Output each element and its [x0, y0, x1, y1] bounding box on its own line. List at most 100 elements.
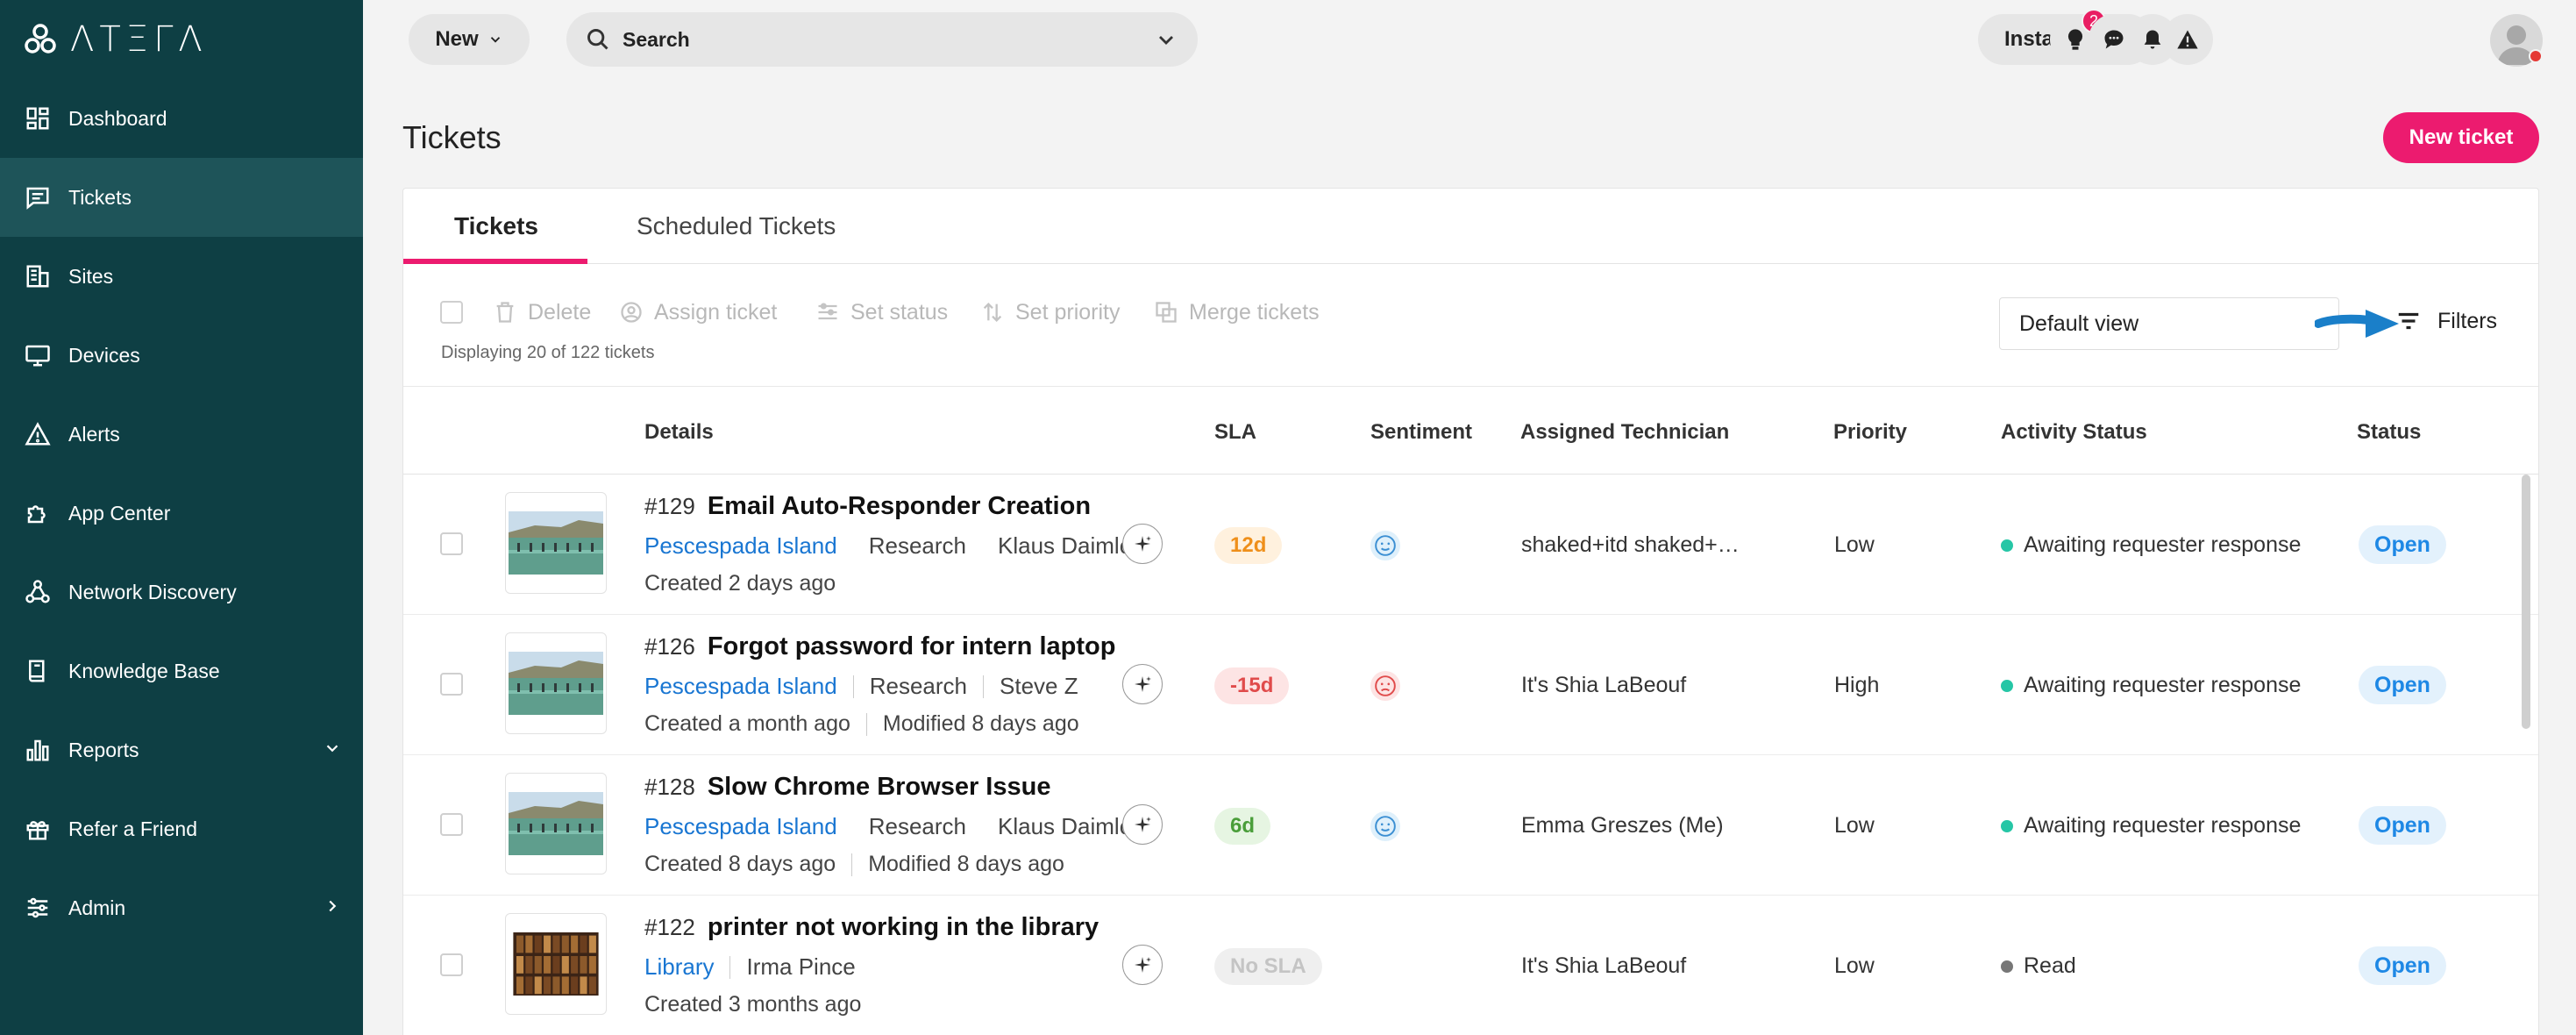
assigned-technician[interactable]: Emma Greszes (Me) [1521, 813, 1740, 839]
priority-value[interactable]: Low [1834, 813, 1875, 839]
sidebar-item-devices[interactable]: Devices [0, 316, 363, 395]
assigned-technician[interactable]: shaked+itd shaked+itd [1521, 532, 1740, 558]
priority-value[interactable]: High [1834, 673, 1879, 698]
ticket-site-link[interactable]: Pescespada Island [644, 813, 837, 840]
row-checkbox[interactable] [440, 813, 463, 836]
priority-value[interactable]: Low [1834, 953, 1875, 979]
ticket-dates: Created 3 months ago [644, 992, 861, 1017]
scrollbar[interactable] [2522, 475, 2530, 729]
ticket-number: #122 [644, 914, 695, 940]
sidebar-item-knowledge-base[interactable]: Knowledge Base [0, 632, 363, 710]
chevron-right-icon[interactable] [323, 896, 344, 917]
sidebar-item-admin[interactable]: Admin [0, 868, 363, 947]
assign-ticket-label: Assign ticket [654, 299, 778, 325]
table-row[interactable]: #128 Slow Chrome Browser Issue Pescespada … [403, 755, 2538, 896]
new-button[interactable]: New [409, 14, 530, 65]
ai-assist-button[interactable] [1122, 945, 1163, 985]
set-status-button[interactable]: Set status [815, 297, 948, 327]
sidebar-item-alerts[interactable]: Alerts [0, 395, 363, 474]
chevron-down-icon[interactable] [1156, 30, 1177, 51]
sidebar-item-tickets[interactable]: Tickets [0, 158, 363, 237]
sidebar-item-label: Admin [68, 896, 126, 919]
new-ticket-button[interactable]: New ticket [2383, 112, 2539, 163]
sidebar-item-refer-a-friend[interactable]: Refer a Friend [0, 789, 363, 868]
ai-assist-button[interactable] [1122, 804, 1163, 845]
ticket-heading: #126 Forgot password for intern laptop [644, 632, 1115, 661]
column-details[interactable]: Details [644, 420, 714, 445]
ticket-created: Created a month ago [644, 711, 850, 736]
sentiment-neutral-icon [1370, 811, 1400, 841]
column-priority[interactable]: Priority [1833, 420, 1907, 445]
ticket-title[interactable]: Forgot password for intern laptop [708, 632, 1116, 661]
column-sentiment[interactable]: Sentiment [1370, 420, 1472, 445]
column-activity-status[interactable]: Activity Status [2001, 420, 2147, 445]
atera-logo[interactable]: ΛΤΞΓΛ [23, 19, 208, 60]
ticket-title[interactable]: Email Auto-Responder Creation [708, 492, 1091, 521]
sidebar-item-network-discovery[interactable]: Network Discovery [0, 553, 363, 632]
ticket-created: Created 3 months ago [644, 992, 862, 1017]
ai-assist-button[interactable] [1122, 664, 1163, 704]
sidebar-item-app-center[interactable]: App Center [0, 474, 363, 553]
dashboard-icon [23, 104, 53, 133]
column-sla[interactable]: SLA [1214, 420, 1256, 445]
activity-dot [2001, 960, 2013, 973]
ticket-title[interactable]: printer not working in the library [708, 913, 1099, 942]
alerts-button[interactable] [2162, 14, 2213, 65]
ticket-site-link[interactable]: Library [644, 953, 714, 981]
merge-tickets-button[interactable]: Merge tickets [1154, 297, 1320, 327]
status-badge[interactable]: Open [2359, 946, 2446, 985]
select-all-checkbox[interactable] [440, 301, 463, 324]
activity-status: Awaiting requester response [2001, 673, 2301, 698]
ticket-thumbnail [505, 913, 607, 1015]
ai-assist-button[interactable] [1122, 524, 1163, 564]
row-checkbox[interactable] [440, 673, 463, 696]
column-assigned-technician[interactable]: Assigned Technician [1520, 420, 1729, 445]
sla-badge: No SLA [1214, 948, 1322, 985]
status-badge[interactable]: Open [2359, 806, 2446, 845]
sidebar-item-label: Knowledge Base [68, 659, 220, 682]
ticket-site-link[interactable]: Pescespada Island [644, 673, 837, 700]
ticket-department: Research [869, 673, 967, 699]
ticket-number: #129 [644, 493, 695, 519]
ticket-thumbnail [505, 632, 607, 734]
search-icon [587, 29, 608, 50]
table-row[interactable]: #129 Email Auto-Responder Creation Pescesp… [403, 475, 2538, 615]
ticket-number: #128 [644, 774, 695, 800]
ticket-department: Research [868, 813, 966, 839]
gift-icon [23, 814, 53, 844]
row-checkbox[interactable] [440, 532, 463, 555]
set-priority-button[interactable]: Set priority [980, 297, 1120, 327]
bar-chart-icon [23, 735, 53, 765]
assigned-technician[interactable]: It's Shia LaBeouf [1521, 673, 1740, 698]
tab-tickets[interactable]: Tickets [454, 189, 538, 264]
assigned-technician[interactable]: It's Shia LaBeouf [1521, 953, 1740, 979]
sidebar-item-reports[interactable]: Reports [0, 710, 363, 789]
view-select[interactable]: Default view [1999, 297, 2339, 350]
assign-ticket-button[interactable]: Assign ticket [619, 297, 777, 327]
beach-thumbnail-icon [509, 792, 603, 855]
delete-label: Delete [528, 299, 592, 325]
ticket-heading: #129 Email Auto-Responder Creation [644, 492, 1091, 521]
search-bar[interactable]: Search [566, 12, 1198, 67]
column-status[interactable]: Status [2357, 420, 2421, 445]
tab-scheduled-tickets[interactable]: Scheduled Tickets [637, 189, 836, 264]
ticket-title[interactable]: Slow Chrome Browser Issue [708, 773, 1051, 802]
filters-button[interactable]: Filters [2395, 308, 2497, 334]
table-row[interactable]: #126 Forgot password for intern laptop Pes… [403, 615, 2538, 755]
status-badge[interactable]: Open [2359, 525, 2446, 564]
sidebar-item-dashboard[interactable]: Dashboard [0, 79, 363, 158]
table-row[interactable]: #122 printer not working in the library Li… [403, 896, 2538, 1035]
chevron-down-icon[interactable] [323, 739, 344, 760]
status-badge[interactable]: Open [2359, 666, 2446, 704]
set-priority-label: Set priority [1015, 299, 1121, 325]
sidebar-item-sites[interactable]: Sites [0, 237, 363, 316]
priority-value[interactable]: Low [1834, 532, 1875, 558]
activity-status-label: Awaiting requester response [2024, 532, 2302, 557]
delete-button[interactable]: Delete [493, 297, 591, 327]
sort-arrows-icon [983, 303, 1002, 322]
ticket-site-link[interactable]: Pescespada Island [644, 532, 837, 560]
activity-status: Awaiting requester response [2001, 813, 2301, 839]
ticket-requester: Steve Z [1000, 673, 1078, 699]
row-checkbox[interactable] [440, 953, 463, 976]
user-circle-icon [621, 302, 642, 323]
